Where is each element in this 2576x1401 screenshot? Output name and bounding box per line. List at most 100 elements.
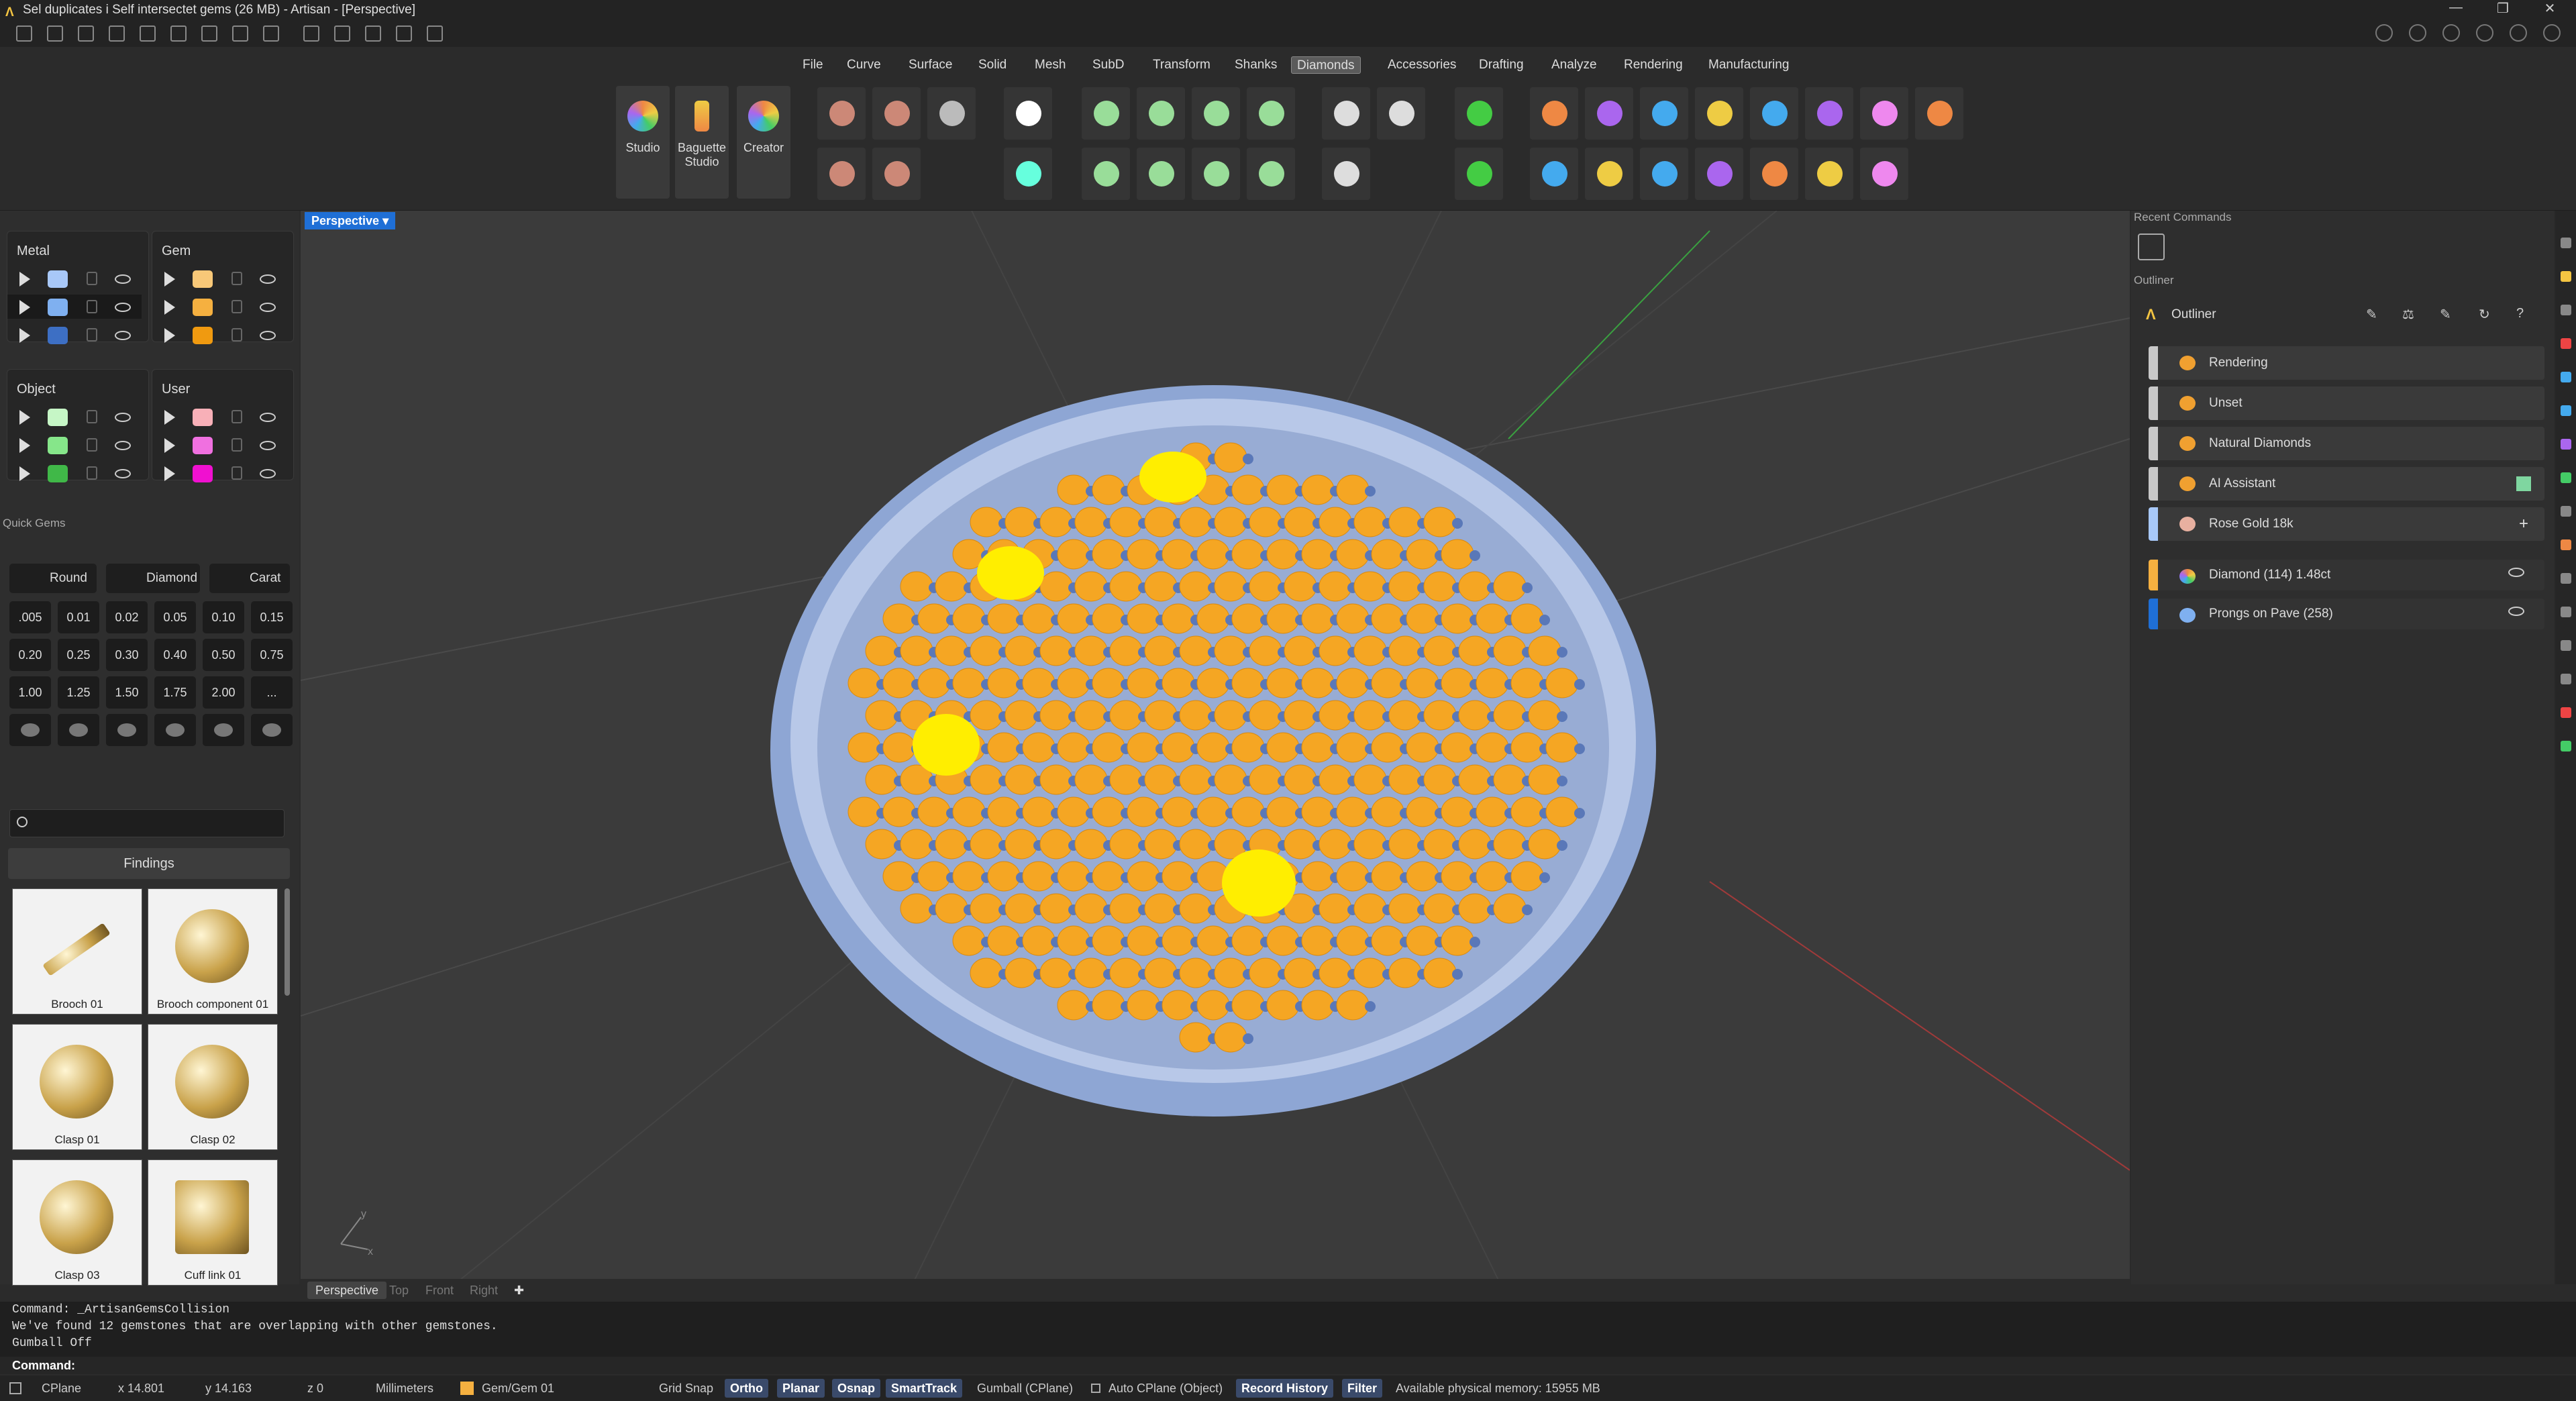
menu-manufacturing[interactable]: Manufacturing xyxy=(1703,56,1794,74)
diamond-gem[interactable] xyxy=(900,829,933,860)
prong[interactable] xyxy=(1557,776,1567,786)
diamond-gem[interactable] xyxy=(1371,603,1404,634)
diamond-gem[interactable] xyxy=(1162,603,1195,634)
prong[interactable] xyxy=(1365,486,1376,497)
status-gumball[interactable]: Gumball (CPlane) xyxy=(977,1376,1073,1401)
diamond-gem[interactable] xyxy=(847,668,881,698)
diamond-gem[interactable] xyxy=(1336,668,1370,698)
diamond-gem[interactable] xyxy=(935,635,968,666)
diamond-gem[interactable] xyxy=(1528,635,1561,666)
diamond-gem[interactable] xyxy=(1092,990,1125,1021)
eye-icon[interactable] xyxy=(2508,568,2524,577)
ring-setting-button[interactable] xyxy=(1192,148,1240,200)
layer-color-swatch[interactable] xyxy=(193,299,213,316)
diamond-gem[interactable] xyxy=(1353,829,1387,860)
diamond-gem[interactable] xyxy=(1144,635,1178,666)
status-ortho[interactable]: Ortho xyxy=(725,1379,768,1398)
diamond-gem[interactable] xyxy=(1406,796,1439,827)
diamond-gem[interactable] xyxy=(1458,700,1492,731)
diamond-gem[interactable] xyxy=(1476,603,1509,634)
diamond-gem[interactable] xyxy=(1231,474,1265,505)
lock-icon[interactable] xyxy=(87,466,97,480)
refresh-icon[interactable]: ↻ xyxy=(2479,306,2490,323)
open-folder-icon[interactable] xyxy=(78,25,94,42)
diamond-gem[interactable] xyxy=(847,732,881,763)
overlapping-gem-highlight[interactable] xyxy=(1222,849,1296,917)
outliner-row-rose-gold[interactable]: Rose Gold 18k + xyxy=(2149,507,2544,541)
lock-icon[interactable] xyxy=(87,300,97,313)
diamond-gem[interactable] xyxy=(1545,796,1579,827)
menu-diamonds[interactable]: Diamonds xyxy=(1291,56,1361,74)
diamond-gem[interactable] xyxy=(1284,957,1317,988)
diamond-gem[interactable] xyxy=(1039,700,1073,731)
diamond-gem[interactable] xyxy=(1057,796,1090,827)
diamond-gem[interactable] xyxy=(1214,700,1247,731)
diamond-gem[interactable] xyxy=(1144,764,1178,795)
status-smarttrack[interactable]: SmartTrack xyxy=(886,1379,963,1398)
artisan-icon[interactable] xyxy=(2561,271,2571,282)
diamond-gem[interactable] xyxy=(1336,539,1370,570)
diamond-gem[interactable] xyxy=(1109,829,1143,860)
cutter-button[interactable] xyxy=(1082,87,1130,140)
diamond-gem[interactable] xyxy=(1162,990,1195,1021)
lock-icon[interactable] xyxy=(231,300,242,313)
diamond-gem[interactable] xyxy=(1423,571,1457,602)
diamond-gem[interactable] xyxy=(865,700,898,731)
status-filter[interactable]: Filter xyxy=(1342,1379,1383,1398)
layer-color-swatch[interactable] xyxy=(48,409,68,426)
diamond-gem[interactable] xyxy=(1319,700,1352,731)
menu-rendering[interactable]: Rendering xyxy=(1618,56,1688,74)
diamond-gem[interactable] xyxy=(1214,1022,1247,1053)
overlapping-gem-highlight[interactable] xyxy=(1139,452,1206,503)
menu-surface[interactable]: Surface xyxy=(903,56,958,74)
play-icon[interactable] xyxy=(164,466,175,481)
diamond-gem[interactable] xyxy=(1336,474,1370,505)
diamond-gem[interactable] xyxy=(1162,861,1195,892)
diamond-gem[interactable] xyxy=(1127,603,1160,634)
gem-array-button[interactable] xyxy=(927,87,976,140)
prong-head-button[interactable] xyxy=(1247,148,1295,200)
diamond-gem[interactable] xyxy=(1231,668,1265,698)
diamond-gem[interactable] xyxy=(1022,796,1055,827)
eye-icon[interactable] xyxy=(115,441,131,450)
diamond-gem[interactable] xyxy=(1144,571,1178,602)
diamond-gem[interactable] xyxy=(1057,603,1090,634)
diamond-gem[interactable] xyxy=(1301,796,1335,827)
diamond-gem[interactable] xyxy=(1214,442,1247,473)
unit-carat-dropdown[interactable]: Carat xyxy=(209,564,290,593)
diamond-gem[interactable] xyxy=(882,861,916,892)
diamond-gem[interactable] xyxy=(1004,700,1038,731)
carat-size-button[interactable]: 0.50 xyxy=(203,639,244,671)
diamond-gem[interactable] xyxy=(1179,764,1213,795)
diamond-gem[interactable] xyxy=(1545,732,1579,763)
diamond-gem[interactable] xyxy=(1319,635,1352,666)
diamond-gem[interactable] xyxy=(1406,925,1439,956)
lock-icon[interactable] xyxy=(231,466,242,480)
metal-layer-2[interactable] xyxy=(7,295,142,319)
gem-analyze-button[interactable] xyxy=(1805,87,1853,140)
carat-size-button[interactable]: 0.15 xyxy=(251,601,293,633)
overlapping-gem-highlight[interactable] xyxy=(977,546,1044,600)
overlapping-gem-highlight[interactable] xyxy=(913,714,980,776)
diamond-gem[interactable] xyxy=(1388,700,1422,731)
carat-size-button[interactable]: 0.20 xyxy=(9,639,51,671)
play-icon[interactable] xyxy=(164,328,175,343)
eye-icon[interactable] xyxy=(260,274,276,284)
diamond-gem[interactable] xyxy=(1371,668,1404,698)
gem-path-button[interactable] xyxy=(817,148,866,200)
diamond-gem[interactable] xyxy=(1441,861,1474,892)
diamond-gem[interactable] xyxy=(1039,635,1073,666)
setting-type-button[interactable] xyxy=(154,714,196,746)
diamond-gem[interactable] xyxy=(1179,829,1213,860)
diamond-gem[interactable] xyxy=(1266,668,1300,698)
close-button[interactable]: ✕ xyxy=(2530,0,2570,20)
diamond-gem[interactable] xyxy=(1353,571,1387,602)
diamond-gem[interactable] xyxy=(1406,539,1439,570)
prong[interactable] xyxy=(1470,937,1480,947)
menu-curve[interactable]: Curve xyxy=(841,56,886,74)
diamond-gem[interactable] xyxy=(1545,668,1579,698)
rail-button[interactable] xyxy=(1137,148,1185,200)
diamond-gem[interactable] xyxy=(1231,925,1265,956)
diamond-gem[interactable] xyxy=(1109,635,1143,666)
diamond-gem[interactable] xyxy=(917,668,951,698)
